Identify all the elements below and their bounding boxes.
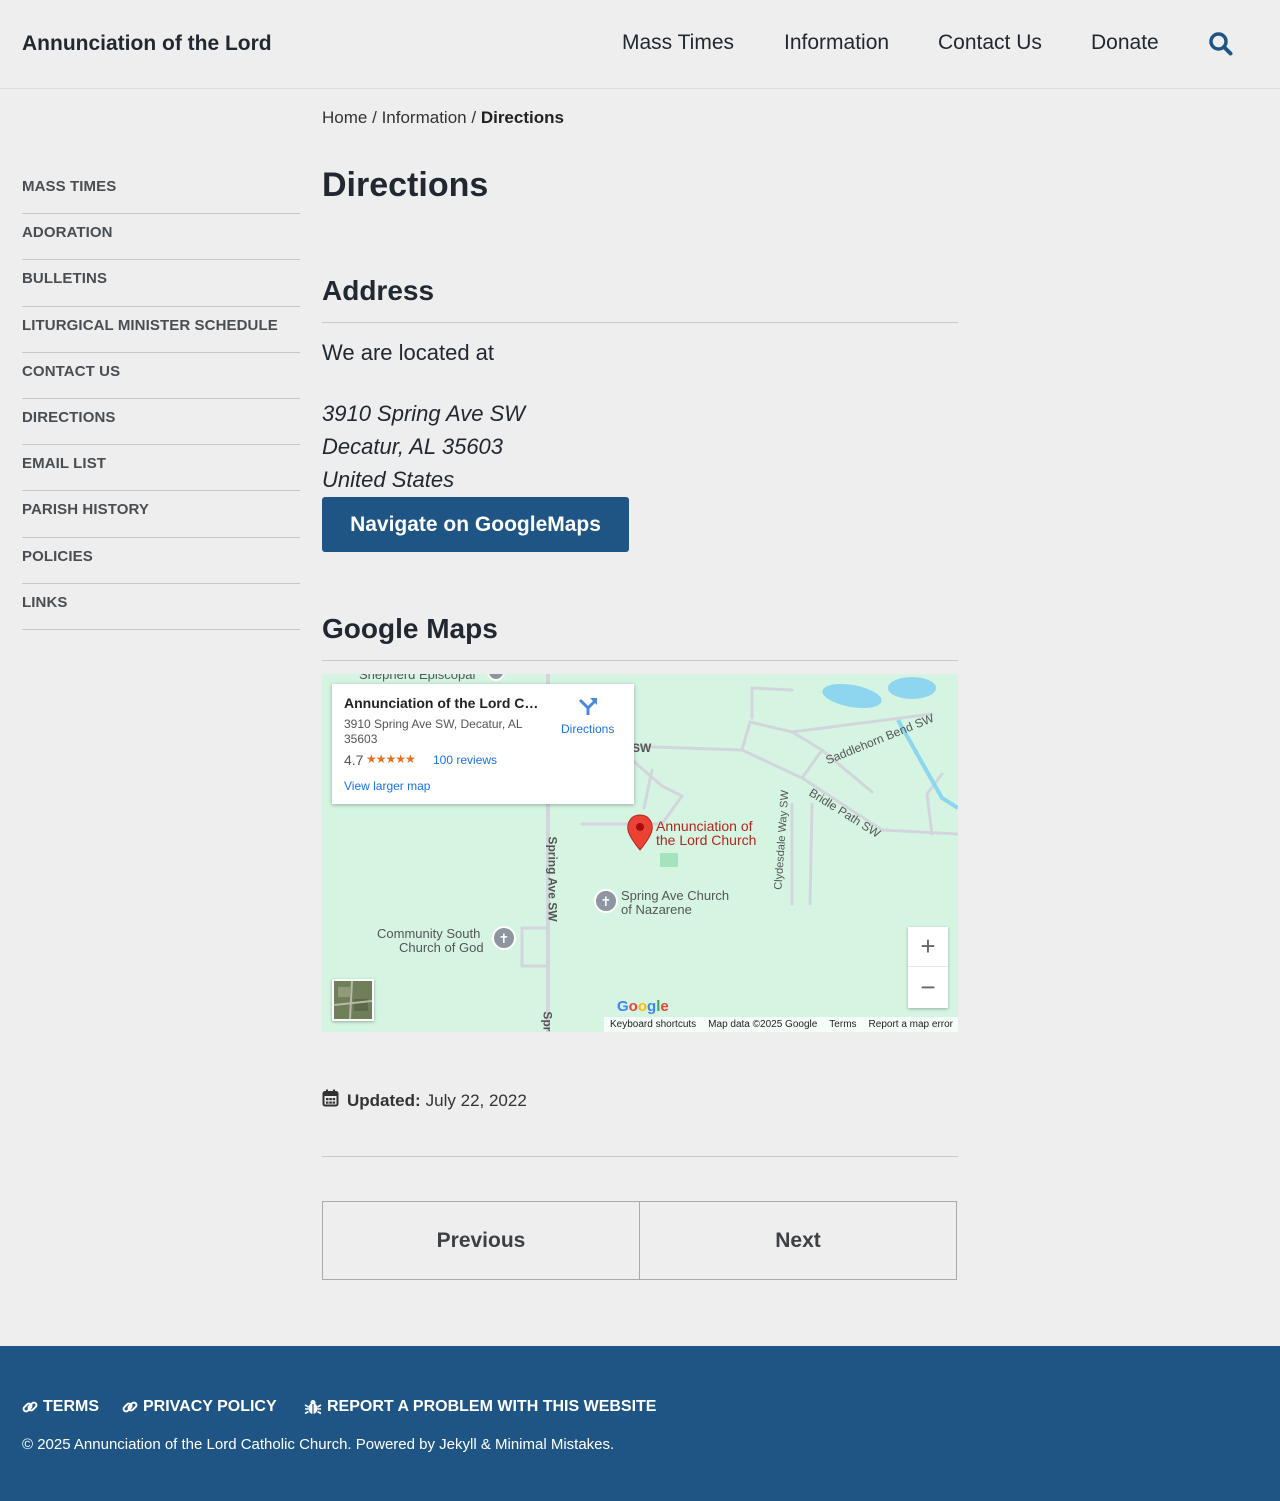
- map-poi-church-of-god-line2[interactable]: Church of God: [399, 941, 484, 955]
- page-updated: Updated: July 22, 2022: [322, 1089, 527, 1112]
- sidebar-item-directions[interactable]: DIRECTIONS: [22, 399, 300, 446]
- sidebar-item-links[interactable]: LINKS: [22, 584, 300, 630]
- nav-donate[interactable]: Donate: [1091, 31, 1159, 55]
- map-attribution-bar: Keyboard shortcuts Map data ©2025 Google…: [604, 1017, 958, 1032]
- footer-report-problem-link[interactable]: REPORT A PROBLEM WITH THIS WEBSITE: [304, 1398, 656, 1416]
- address-line-street: 3910 Spring Ave SW: [322, 401, 526, 426]
- previous-page-button[interactable]: Previous: [322, 1201, 640, 1280]
- breadcrumb-current: Directions: [480, 108, 564, 127]
- masthead: Annunciation of the Lord Mass Times Info…: [0, 0, 1280, 89]
- footer-report-label: REPORT A PROBLEM WITH THIS WEBSITE: [327, 1398, 657, 1415]
- sidebar-nav: MASS TIMES ADORATION BULLETINS LITURGICA…: [22, 168, 300, 630]
- updated-divider: [322, 1156, 958, 1157]
- google-map-embed[interactable]: ✝ ✝ Shepherd Episcopal Annunciation of t…: [322, 674, 958, 1032]
- sidebar-item-adoration[interactable]: ADORATION: [22, 214, 300, 261]
- navigate-googlemaps-button[interactable]: Navigate on GoogleMaps: [322, 497, 629, 552]
- svg-text:✝: ✝: [499, 932, 510, 947]
- report-map-error-link[interactable]: Report a map error: [863, 1019, 958, 1030]
- place-card-title: Annunciation of the Lord Church: [344, 695, 544, 711]
- calendar-icon: [322, 1089, 339, 1112]
- sidebar-item-parish-history[interactable]: PARISH HISTORY: [22, 491, 300, 538]
- footer-terms-label: TERMS: [43, 1398, 99, 1415]
- nav-information[interactable]: Information: [784, 31, 889, 55]
- breadcrumb-separator: /: [471, 108, 477, 127]
- link-icon: [22, 1401, 38, 1413]
- footer-privacy-policy-link[interactable]: PRIVACY POLICY: [122, 1398, 277, 1416]
- zoom-out-button[interactable]: −: [908, 968, 948, 1008]
- zoom-in-button[interactable]: +: [908, 927, 948, 967]
- map-zoom-control: + −: [908, 927, 948, 1008]
- star-rating-icon: ★★★★★: [366, 752, 416, 766]
- sidebar-item-mass-times[interactable]: MASS TIMES: [22, 168, 300, 215]
- place-card-reviews-link[interactable]: 100 reviews: [433, 753, 497, 767]
- google-logo: Google: [617, 998, 669, 1015]
- breadcrumb-information[interactable]: Information: [382, 108, 467, 127]
- nav-contact-us[interactable]: Contact Us: [938, 31, 1042, 55]
- map-place-card: Annunciation of the Lord Church 3910 Spr…: [332, 684, 634, 804]
- satellite-toggle-button[interactable]: [332, 979, 374, 1021]
- keyboard-shortcuts-link[interactable]: Keyboard shortcuts: [604, 1019, 702, 1030]
- site-title-link[interactable]: Annunciation of the Lord: [22, 32, 272, 56]
- updated-label: Updated:: [347, 1090, 421, 1110]
- map-poi-nazarene-line1[interactable]: Spring Ave Church: [621, 889, 729, 903]
- copyright-text: © 2025 Annunciation of the Lord Catholic…: [22, 1436, 615, 1453]
- map-pin-label-line2[interactable]: the Lord Church: [656, 833, 756, 847]
- sidebar-item-bulletins[interactable]: BULLETINS: [22, 260, 300, 307]
- map-street-spring-ave-short: Spri: [540, 1011, 555, 1032]
- map-poi-nazarene-line2[interactable]: of Nazarene: [621, 903, 692, 917]
- location-intro: We are located at: [322, 340, 495, 365]
- sidebar-item-liturgical-minister-schedule[interactable]: LITURGICAL MINISTER SCHEDULE: [22, 307, 300, 353]
- page-footer: TERMS PRIVACY POLICY REPORT A PROBLEM WI…: [0, 1346, 1280, 1501]
- map-street-spring-ave: Spring Ave SW: [545, 836, 560, 922]
- google-maps-heading: Google Maps: [322, 613, 498, 644]
- breadcrumb-home[interactable]: Home: [322, 108, 367, 127]
- sidebar-item-policies[interactable]: POLICIES: [22, 538, 300, 584]
- directions-link[interactable]: Directions: [561, 722, 614, 736]
- next-page-button[interactable]: Next: [639, 1201, 957, 1280]
- sidebar-item-email-list[interactable]: EMAIL LIST: [22, 445, 300, 492]
- place-card-rating: 4.7: [344, 752, 364, 768]
- address-line-country: United States: [322, 467, 455, 492]
- address-heading-divider: [322, 322, 958, 323]
- directions-icon[interactable]: [578, 696, 598, 721]
- page-title: Directions: [322, 166, 489, 204]
- map-terms-link[interactable]: Terms: [823, 1019, 862, 1030]
- link-icon: [122, 1401, 138, 1413]
- map-poi-church-of-god-line1[interactable]: Community South: [377, 927, 480, 941]
- breadcrumb: Home / Information / Directions: [322, 108, 564, 128]
- sidebar-item-contact-us[interactable]: CONTACT US: [22, 353, 300, 399]
- map-data-attribution: Map data ©2025 Google: [708, 1019, 818, 1030]
- map-street-sw: SW: [632, 741, 652, 755]
- nav-mass-times[interactable]: Mass Times: [622, 31, 734, 55]
- footer-terms-link[interactable]: TERMS: [22, 1398, 99, 1416]
- place-card-address: 3910 Spring Ave SW, Decatur, AL 35603: [344, 717, 523, 746]
- updated-date: July 22, 2022: [425, 1090, 527, 1110]
- maps-heading-divider: [322, 660, 958, 661]
- bug-icon: [304, 1400, 322, 1415]
- view-larger-map-link[interactable]: View larger map: [344, 779, 430, 793]
- address-line-city: Decatur, AL 35603: [322, 434, 504, 459]
- svg-text:✝: ✝: [601, 895, 612, 910]
- address-heading: Address: [322, 275, 435, 306]
- map-pin-label-line1[interactable]: Annunciation of: [656, 819, 753, 833]
- satellite-thumbnail-icon: [333, 980, 373, 1020]
- footer-privacy-label: PRIVACY POLICY: [143, 1398, 277, 1415]
- search-icon[interactable]: [1208, 31, 1234, 57]
- map-poi-shepherd-episcopal[interactable]: Shepherd Episcopal: [359, 674, 475, 682]
- breadcrumb-separator: /: [372, 108, 377, 127]
